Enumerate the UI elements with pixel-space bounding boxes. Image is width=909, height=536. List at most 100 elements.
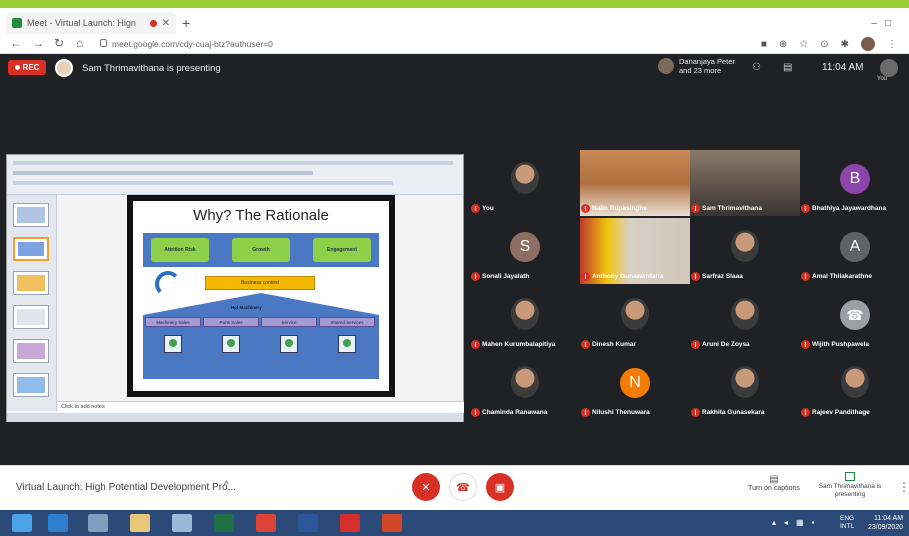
slide-thumbnail[interactable] <box>13 271 49 295</box>
participant-tile[interactable]: Mahen Kurumbalapitiya <box>470 286 580 352</box>
word-icon[interactable] <box>298 514 318 532</box>
captions-button[interactable]: ▤ Turn on captions <box>744 474 804 492</box>
participant-tile[interactable]: Aruni De Zoysa <box>690 286 800 352</box>
volume-icon[interactable]: ◂ <box>784 518 788 527</box>
start-icon[interactable] <box>12 514 32 532</box>
internet-explorer-icon[interactable] <box>48 514 68 532</box>
camera-off-button[interactable]: ▣ <box>486 473 514 501</box>
more-options-icon[interactable]: ⋮ <box>898 480 909 494</box>
flag-icon[interactable]: ▪ <box>812 518 815 527</box>
taskbar-clock[interactable]: 11:04 AM 23/09/2020 <box>868 514 903 532</box>
captions-icon: ▤ <box>769 474 779 485</box>
meeting-title[interactable]: Virtual Launch: High Potential Developme… <box>16 482 236 493</box>
mic-off-icon <box>691 204 700 213</box>
slide-thumbnail[interactable] <box>13 305 49 329</box>
participant-photo <box>731 366 759 398</box>
participant-photo <box>621 298 649 330</box>
participant-name: Anthony Gunawardana <box>592 273 664 280</box>
rec-dot-icon <box>14 65 20 70</box>
meet-stage: REC Sam Thrimavithana is presenting Dana… <box>0 54 909 465</box>
participant-photo <box>841 366 869 398</box>
presenting-label: Sam Thrimavithana is presenting <box>818 483 882 498</box>
participant-tile[interactable]: S Sonali Jayalath <box>470 218 580 284</box>
camera-icon[interactable]: ■ <box>761 39 767 50</box>
file-explorer-icon[interactable] <box>130 514 150 532</box>
participant-tile[interactable]: Chaminda Ranawana <box>470 354 580 420</box>
zoom-icon[interactable]: ⊕ <box>779 39 787 50</box>
puzzle-icon[interactable]: ✱ <box>841 39 849 50</box>
back-icon[interactable]: ← <box>10 36 22 50</box>
menu-icon[interactable]: ⋮ <box>887 39 897 50</box>
participant-tile[interactable]: A Amal Thilakarathne <box>800 218 909 284</box>
notes-pane[interactable]: Click to add notes <box>57 401 464 413</box>
slide-thumbnail[interactable] <box>13 373 49 397</box>
notepad-icon[interactable] <box>172 514 192 532</box>
excel-icon[interactable] <box>214 514 234 532</box>
participant-name: Amal Thilakarathne <box>812 273 872 280</box>
pill-growth: Growth <box>232 238 290 262</box>
bookmark-star-icon[interactable]: ☆ <box>799 39 808 50</box>
participants-button[interactable]: Dananjaya Peter and 23 more <box>658 57 741 75</box>
self-label: You <box>877 76 888 82</box>
ribbon-toolbar <box>7 155 463 195</box>
participant-initial: N <box>620 368 650 398</box>
participant-name: Chaminda Ranawana <box>482 409 548 416</box>
meeting-clock: 11:04 AM <box>822 62 864 73</box>
browser-tab[interactable]: Meet - Virtual Launch: Hign ✕ <box>6 12 176 34</box>
slide-title: Why? The Rationale <box>193 207 329 224</box>
new-tab-icon[interactable]: + <box>182 15 190 31</box>
powerpoint-icon[interactable] <box>382 514 402 532</box>
top-accent-bar <box>0 0 909 8</box>
leave-call-button[interactable]: ☎ <box>449 473 477 501</box>
service-shared: Shared Services <box>319 317 375 327</box>
captions-label: Turn on captions <box>748 485 800 492</box>
participant-tile[interactable]: Dinesh Kumar <box>580 286 690 352</box>
mic-off-icon <box>801 272 810 281</box>
service-machinery-sales: Machinery Sales <box>145 317 201 327</box>
window-controls[interactable]: –□ <box>871 18 899 29</box>
people-icon[interactable]: ⚇ <box>752 62 761 73</box>
extension-icon[interactable]: ⊙ <box>820 39 828 50</box>
header-icons: ⚇ ▤ <box>752 62 792 73</box>
mic-off-button[interactable]: ✕ <box>412 473 440 501</box>
meeting-controls-bar: Virtual Launch: High Potential Developme… <box>0 465 909 510</box>
participant-tile[interactable]: Anthony Gunawardana <box>580 218 690 284</box>
presenting-button[interactable]: Sam Thrimavithana is presenting <box>818 472 882 499</box>
participant-initial: B <box>840 164 870 194</box>
home-icon[interactable]: ⌂ <box>76 36 83 50</box>
participant-tile[interactable]: You <box>470 150 580 216</box>
participant-tile[interactable]: Nalin Rupasinghe <box>580 150 690 216</box>
services-row: Machinery Sales Parts Sales Service Shar… <box>143 315 379 379</box>
acrobat-icon[interactable] <box>340 514 360 532</box>
slide-thumbnail-selected[interactable] <box>13 237 49 261</box>
close-tab-icon[interactable]: ✕ <box>162 18 170 29</box>
participant-tile[interactable]: Rajeev Pandithage <box>800 354 909 420</box>
participant-tile[interactable]: Sarfraz Slaaa <box>690 218 800 284</box>
participant-tile[interactable]: ☎ Wijith Pushpawela <box>800 286 909 352</box>
participant-name: Bhathiya Jayawardhana <box>812 205 887 212</box>
tray-arrow-icon[interactable]: ▴ <box>772 518 776 527</box>
language-indicator[interactable]: ENG INTL <box>840 515 854 531</box>
participant-photo <box>511 366 539 398</box>
participant-tile[interactable]: Sam Thrimavithana <box>690 150 800 216</box>
slide-thumbnail[interactable] <box>13 339 49 363</box>
recording-badge: REC <box>8 60 46 75</box>
forward-icon[interactable]: → <box>32 36 44 50</box>
settings-icon[interactable] <box>88 514 108 532</box>
reload-icon[interactable]: ↻ <box>54 36 64 50</box>
profile-avatar[interactable] <box>861 37 875 51</box>
lang-line1: ENG <box>840 515 855 522</box>
url-field[interactable]: meet.google.com/cdy-cuaj-btz?authuser=0 <box>112 39 273 49</box>
chat-icon[interactable]: ▤ <box>783 62 792 73</box>
slide-thumbnail[interactable] <box>13 203 49 227</box>
participant-tile[interactable]: B Bhathiya Jayawardhana <box>800 150 909 216</box>
participant-tile[interactable]: N Nilushi Thenuwara <box>580 354 690 420</box>
business-context-box: Business context <box>205 276 315 290</box>
mic-off-icon <box>691 408 700 417</box>
chevron-up-icon[interactable]: ^ <box>224 480 229 491</box>
participant-tile[interactable]: Rakhita Gunasekara <box>690 354 800 420</box>
chrome-icon[interactable] <box>256 514 276 532</box>
self-avatar[interactable] <box>880 59 898 77</box>
network-icon[interactable]: ▦ <box>796 518 804 527</box>
mic-off-icon <box>581 272 590 281</box>
